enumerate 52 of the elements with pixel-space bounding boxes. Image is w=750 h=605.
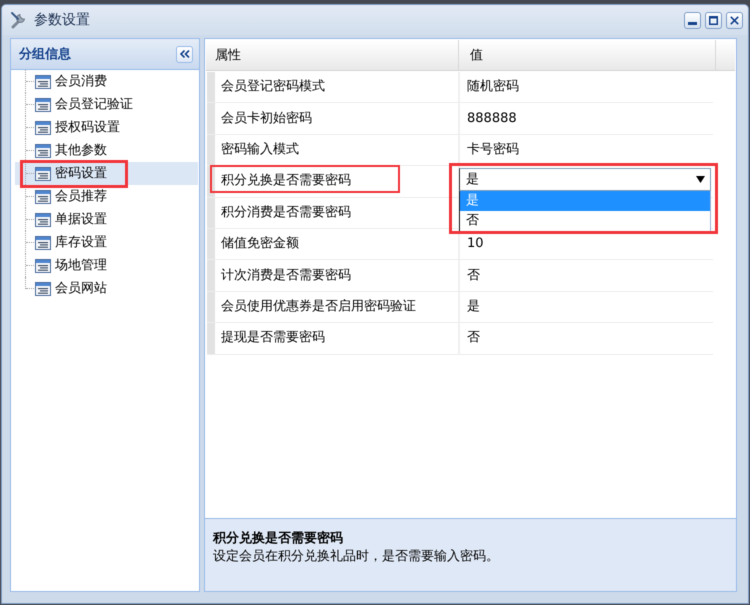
window-title: 参数设置 bbox=[34, 11, 90, 29]
list-icon bbox=[35, 98, 51, 112]
column-header[interactable]: 值 bbox=[459, 40, 716, 70]
property-name: 储值免密金额 bbox=[207, 228, 458, 260]
minimize-icon bbox=[688, 22, 697, 24]
sidebar-item[interactable]: 库存设置 bbox=[15, 231, 198, 254]
list-icon bbox=[35, 282, 51, 296]
list-icon bbox=[35, 120, 51, 134]
sidebar-item[interactable]: 场地管理 bbox=[15, 254, 198, 277]
property-value: 10 bbox=[467, 236, 484, 252]
property-name: 提现是否需要密码 bbox=[207, 323, 458, 354]
sidebar-item[interactable]: 会员推荐 bbox=[15, 185, 198, 208]
list-icon bbox=[35, 74, 51, 88]
list-icon bbox=[35, 144, 51, 158]
caret-down-icon bbox=[696, 176, 705, 184]
column-header[interactable]: 属性 bbox=[206, 40, 459, 70]
property-value: 888888 bbox=[467, 110, 517, 127]
sidebar-item[interactable]: 密码设置 bbox=[15, 162, 198, 185]
property-name: 会员卡初始密码 bbox=[207, 103, 458, 134]
sidebar-item[interactable]: 会员网站 bbox=[15, 277, 198, 300]
property-name: 会员登记密码模式 bbox=[207, 72, 458, 102]
property-name: 会员使用优惠券是否启用密码验证 bbox=[207, 292, 458, 322]
wrench-icon bbox=[10, 11, 28, 29]
sidebar-item[interactable]: 单据设置 bbox=[15, 208, 198, 231]
list-icon bbox=[35, 166, 51, 180]
sidebar-item[interactable]: 会员登记验证 bbox=[15, 93, 198, 116]
property-value: 否 bbox=[467, 330, 480, 346]
panel-title: 分组信息 bbox=[19, 46, 71, 63]
list-icon bbox=[35, 258, 51, 272]
property-name: 积分消费是否需要密码 bbox=[207, 198, 458, 228]
property-value: 随机密码 bbox=[467, 79, 519, 96]
close-button[interactable] bbox=[726, 12, 743, 28]
property-value: 是 bbox=[467, 298, 480, 315]
sidebar-item[interactable]: 授权码设置 bbox=[15, 116, 198, 139]
list-icon bbox=[35, 236, 51, 250]
list-icon bbox=[35, 190, 51, 204]
sidebar-item[interactable]: 其他参数 bbox=[15, 139, 198, 162]
description-text: 设定会员在积分兑换礼品时，是否需要输入密码。 bbox=[213, 549, 500, 565]
property-name: 计次消费是否需要密码 bbox=[207, 260, 458, 291]
maximize-icon bbox=[709, 16, 718, 24]
description-title: 积分兑换是否需要密码 bbox=[213, 531, 344, 547]
property-value: 卡号密码 bbox=[467, 142, 519, 158]
double-chevron-left-icon bbox=[180, 50, 190, 58]
maximize-button[interactable] bbox=[705, 12, 722, 28]
close-icon bbox=[730, 16, 739, 24]
property-value: 否 bbox=[467, 268, 480, 284]
dropdown-option[interactable]: 否 bbox=[460, 211, 710, 232]
dropdown-field[interactable]: 是 bbox=[459, 168, 711, 192]
minimize-button[interactable] bbox=[684, 12, 701, 28]
sidebar-item[interactable]: 会员消费 bbox=[15, 70, 198, 93]
list-icon bbox=[35, 212, 51, 226]
collapse-button[interactable] bbox=[176, 46, 193, 62]
